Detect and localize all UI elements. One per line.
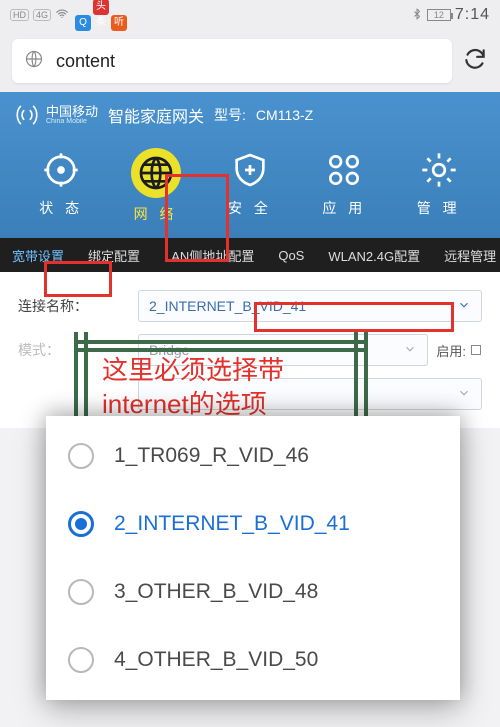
nav-security-label: 安 全: [228, 198, 272, 218]
battery-indicator: 12: [427, 9, 451, 21]
gear-icon: [417, 148, 461, 192]
nav-status-label: 状 态: [39, 198, 83, 218]
carrier-logo: 中国移动 China Mobile: [14, 102, 98, 128]
nav-manage[interactable]: 管 理: [404, 148, 474, 224]
product-title: 智能家庭网关: [108, 103, 204, 127]
option-1[interactable]: 1_TR069_R_VID_46: [46, 422, 460, 490]
radio-icon: [68, 579, 94, 605]
nav-network[interactable]: 网 络: [121, 148, 191, 224]
radio-icon: [68, 443, 94, 469]
enable-label: 启用:: [436, 341, 466, 360]
tab-wlan[interactable]: WLAN2.4G配置: [316, 238, 432, 272]
nav-network-label: 网 络: [134, 204, 178, 224]
reload-button[interactable]: [462, 46, 488, 77]
radio-icon: [68, 511, 94, 537]
android-status-bar: HD 4G Q头条听 12 7:14: [0, 0, 500, 30]
notification-icons: Q头条听: [73, 0, 127, 31]
nav-manage-label: 管 理: [417, 198, 461, 218]
nav-apps[interactable]: 应 用: [309, 148, 379, 224]
option-3[interactable]: 3_OTHER_B_VID_48: [46, 558, 460, 626]
option-label: 3_OTHER_B_VID_48: [114, 580, 318, 604]
conn-name-select[interactable]: 2_INTERNET_B_VID_41: [138, 290, 482, 322]
router-header: 中国移动 China Mobile 智能家庭网关 型号: CM113-Z 状 态…: [0, 92, 500, 238]
option-label: 4_OTHER_B_VID_50: [114, 648, 318, 672]
annotation-line1: 这里必须选择带: [102, 354, 362, 388]
wifi-icon: [55, 7, 69, 24]
apps-icon: [322, 148, 366, 192]
tab-lan[interactable]: LAN侧地址配置: [152, 238, 266, 272]
hd-indicator: HD: [10, 9, 29, 21]
chevron-down-icon: [457, 298, 471, 315]
sub-tabs: 宽带设置 绑定配置 LAN侧地址配置 QoS WLAN2.4G配置 远程管理: [0, 238, 500, 272]
connection-options-sheet: 1_TR069_R_VID_46 2_INTERNET_B_VID_41 3_O…: [46, 416, 460, 700]
chevron-down-icon: [403, 342, 417, 359]
nav-security[interactable]: 安 全: [215, 148, 285, 224]
nav-apps-label: 应 用: [322, 198, 366, 218]
model-label: 型号:: [214, 105, 246, 125]
shield-icon: [228, 148, 272, 192]
globe-icon: [131, 148, 181, 198]
radio-icon: [68, 647, 94, 673]
network-indicator: 4G: [33, 9, 51, 21]
option-2[interactable]: 2_INTERNET_B_VID_41: [46, 490, 460, 558]
browser-url-bar: content: [0, 30, 500, 92]
tab-remote[interactable]: 远程管理: [432, 238, 500, 272]
target-icon: [39, 148, 83, 192]
main-nav: 状 态 网 络 安 全 应 用 管 理: [14, 148, 486, 224]
option-label: 1_TR069_R_VID_46: [114, 444, 309, 468]
chevron-down-icon: [457, 386, 471, 403]
conn-name-value: 2_INTERNET_B_VID_41: [149, 298, 306, 314]
bluetooth-icon: [411, 8, 423, 23]
tab-bind[interactable]: 绑定配置: [76, 238, 152, 272]
url-field[interactable]: content: [12, 39, 452, 83]
nav-status[interactable]: 状 态: [26, 148, 96, 224]
globe-icon: [24, 49, 44, 74]
option-label: 2_INTERNET_B_VID_41: [114, 512, 350, 536]
url-text: content: [56, 51, 115, 72]
tab-broadband[interactable]: 宽带设置: [0, 238, 76, 272]
carrier-name-en: China Mobile: [46, 118, 98, 125]
model-value: CM113-Z: [256, 107, 313, 123]
tab-qos[interactable]: QoS: [266, 238, 316, 272]
conn-name-label: 连接名称：: [18, 296, 138, 316]
enable-checkbox[interactable]: 启用:: [436, 341, 482, 360]
carrier-name-cn: 中国移动: [46, 105, 98, 118]
option-4[interactable]: 4_OTHER_B_VID_50: [46, 626, 460, 694]
clock: 7:14: [455, 6, 490, 24]
